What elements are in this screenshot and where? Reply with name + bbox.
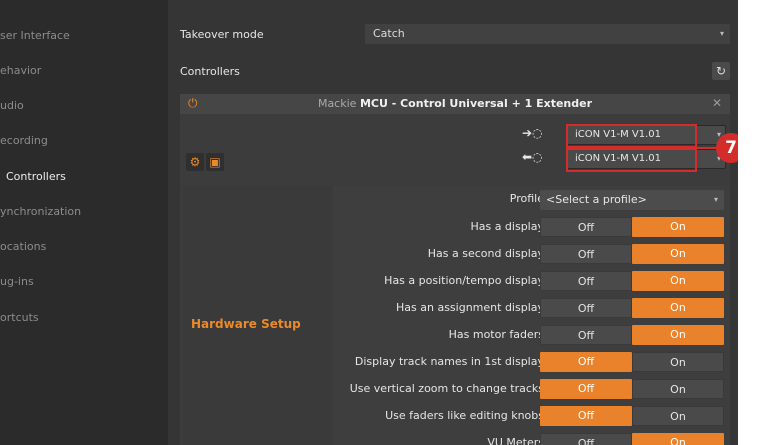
option-label: Has a position/tempo display xyxy=(384,274,544,287)
sidebar-item-label: ehavior xyxy=(0,64,42,77)
option-off-button[interactable]: Off xyxy=(540,379,632,399)
sidebar-item-shortcuts[interactable]: ortcuts xyxy=(0,311,160,331)
controller-title: Mackie MCU - Control Universal + 1 Exten… xyxy=(180,97,730,110)
option-off-button[interactable]: Off xyxy=(540,271,632,291)
option-on-button[interactable]: On xyxy=(632,244,724,264)
page-margin xyxy=(738,0,761,445)
preferences-sidebar: ser Interface ehavior udio ecording Cont… xyxy=(0,0,168,445)
hardware-setup-sidebar: Hardware Setup xyxy=(183,186,333,445)
option-label: Use faders like editing knobs xyxy=(385,409,544,422)
option-label: Has an assignment display xyxy=(396,301,544,314)
midi-input-icon: ➔◌ xyxy=(522,126,543,140)
sidebar-item-label: ortcuts xyxy=(0,311,39,324)
option-label: VU Meters xyxy=(487,436,544,445)
option-on-button[interactable]: On xyxy=(632,298,724,318)
option-off-button[interactable]: Off xyxy=(540,406,632,426)
chevron-down-icon: ▾ xyxy=(713,195,718,204)
option-label: Has motor faders xyxy=(448,328,544,341)
hardware-setup-title: Hardware Setup xyxy=(191,317,301,331)
hardware-setup-section: Hardware Setup Profile <Select a profile… xyxy=(180,186,730,445)
sidebar-item-label: ser Interface xyxy=(0,29,70,42)
profile-select[interactable]: <Select a profile> ▾ xyxy=(540,190,724,210)
takeover-mode-value: Catch xyxy=(373,27,405,40)
midi-output-icon: ⬅◌ xyxy=(522,150,543,164)
chevron-down-icon: ▾ xyxy=(719,29,724,38)
annotation-line xyxy=(697,147,717,149)
sidebar-item-recording[interactable]: ecording xyxy=(0,134,160,154)
sidebar-item-label: ynchronization xyxy=(0,205,82,218)
takeover-mode-select[interactable]: Catch ▾ xyxy=(365,24,730,44)
option-label: Has a display xyxy=(470,220,544,233)
option-off-button[interactable]: Off xyxy=(540,433,632,445)
option-off-button[interactable]: Off xyxy=(540,244,632,264)
option-off-button[interactable]: Off xyxy=(540,325,632,345)
sidebar-item-label: ocations xyxy=(0,240,47,253)
option-off-button[interactable]: Off xyxy=(540,352,632,372)
controller-card-header: ⏻ Mackie MCU - Control Universal + 1 Ext… xyxy=(180,94,730,114)
annotation-highlight-input xyxy=(566,124,697,148)
sidebar-item-user-interface[interactable]: ser Interface xyxy=(0,29,160,49)
gear-icon[interactable]: ⚙ xyxy=(186,153,204,171)
sidebar-item-audio[interactable]: udio xyxy=(0,99,160,119)
sidebar-item-behavior[interactable]: ehavior xyxy=(0,64,160,84)
sidebar-item-synchronization[interactable]: ynchronization xyxy=(0,205,160,225)
sidebar-item-label: Controllers xyxy=(6,170,66,183)
controllers-label: Controllers xyxy=(180,65,240,78)
takeover-mode-label: Takeover mode xyxy=(180,28,264,41)
comment-icon[interactable]: ▣ xyxy=(206,153,224,171)
sidebar-item-label: ug-ins xyxy=(0,275,34,288)
option-off-button[interactable]: Off xyxy=(540,217,632,237)
controller-brand: Mackie xyxy=(317,97,357,110)
option-on-button[interactable]: On xyxy=(632,433,724,445)
option-on-button[interactable]: On xyxy=(632,406,724,426)
sidebar-item-locations[interactable]: ocations xyxy=(0,240,160,260)
option-on-button[interactable]: On xyxy=(632,379,724,399)
controller-model: MCU - Control Universal + 1 Extender xyxy=(359,97,593,110)
profile-label: Profile xyxy=(509,192,544,205)
option-label: Use vertical zoom to change tracks xyxy=(349,382,544,395)
profile-value: <Select a profile> xyxy=(546,193,647,206)
sidebar-item-controllers[interactable]: Controllers xyxy=(0,170,160,190)
option-on-button[interactable]: On xyxy=(632,352,724,372)
option-on-button[interactable]: On xyxy=(632,271,724,291)
option-on-button[interactable]: On xyxy=(632,217,724,237)
option-label: Has a second display xyxy=(427,247,544,260)
annotation-highlight-output xyxy=(566,148,697,172)
option-on-button[interactable]: On xyxy=(632,325,724,345)
option-label: Display track names in 1st display xyxy=(354,355,544,368)
sidebar-item-label: ecording xyxy=(0,134,48,147)
close-icon[interactable]: ✕ xyxy=(712,96,722,110)
option-off-button[interactable]: Off xyxy=(540,298,632,318)
sidebar-item-plug-ins[interactable]: ug-ins xyxy=(0,275,160,295)
sidebar-item-label: udio xyxy=(0,99,24,112)
refresh-icon[interactable]: ↻ xyxy=(712,62,730,80)
